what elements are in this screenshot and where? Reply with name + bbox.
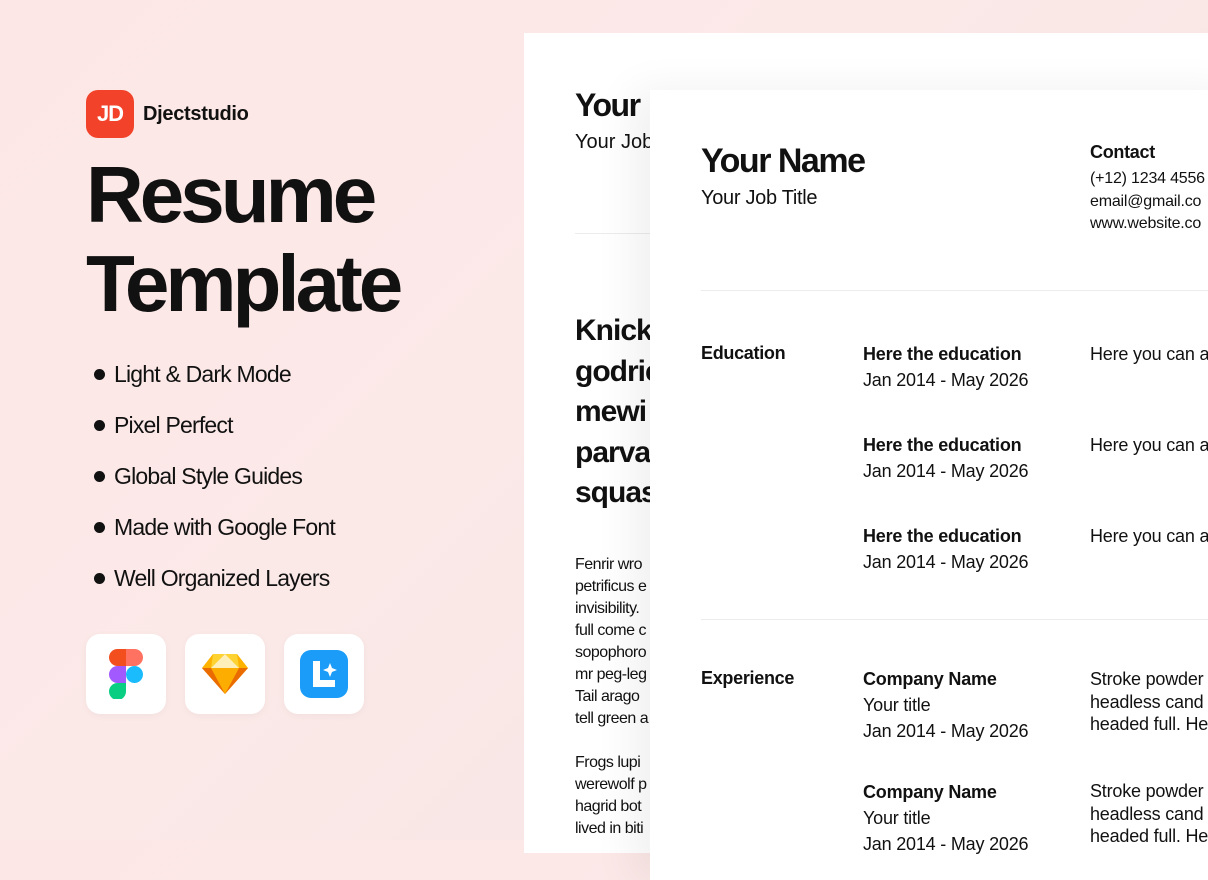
description-line: headed full. He bbox=[1090, 826, 1208, 846]
education-description: Here you can a bbox=[1090, 526, 1208, 546]
experience-description: Stroke powder headless cand headed full.… bbox=[1090, 780, 1208, 848]
feature-item: Light & Dark Mode bbox=[94, 349, 335, 400]
feature-label: Light & Dark Mode bbox=[114, 361, 292, 387]
paragraph-line: Tail arago bbox=[575, 688, 640, 705]
experience-entry: Company Name Your title Jan 2014 - May 2… bbox=[863, 666, 1029, 744]
company-name: Company Name bbox=[863, 782, 997, 802]
education-title: Here the education bbox=[863, 526, 1022, 546]
tool-badges bbox=[86, 634, 364, 714]
paragraph-line: hagrid bot bbox=[575, 798, 642, 815]
feature-list: Light & Dark Mode Pixel Perfect Global S… bbox=[94, 349, 336, 604]
feature-label: Made with Google Font bbox=[114, 514, 336, 540]
figma-badge bbox=[86, 634, 166, 714]
feature-label: Global Style Guides bbox=[114, 463, 303, 489]
back-name: Your bbox=[575, 87, 641, 123]
paragraph-line: full come c bbox=[575, 622, 646, 639]
divider bbox=[701, 290, 1208, 291]
experience-dates: Jan 2014 - May 2026 bbox=[863, 721, 1029, 741]
section-label-experience: Experience bbox=[701, 668, 795, 688]
experience-entry: Company Name Your title Jan 2014 - May 2… bbox=[863, 779, 1029, 857]
description-line: Stroke powder bbox=[1090, 669, 1204, 689]
resume-name: Your Name bbox=[701, 142, 866, 180]
brand: JD Djectstudio bbox=[86, 90, 249, 138]
brand-logo: JD bbox=[86, 90, 134, 138]
experience-title: Your title bbox=[863, 808, 931, 828]
resume-job-title: Your Job Title bbox=[701, 187, 818, 209]
back-job-title: Your Job bbox=[575, 131, 654, 153]
hero-title-line-1: Resume bbox=[86, 150, 377, 239]
paragraph-line: mr peg-leg bbox=[575, 666, 647, 683]
description-line: headed full. He bbox=[1090, 714, 1208, 734]
resume-front-page: Your Name Your Job Title Contact (+12) 1… bbox=[650, 90, 1208, 880]
paragraph-line: Frogs lupi bbox=[575, 754, 641, 771]
experience-description: Stroke powder headless cand headed full.… bbox=[1090, 668, 1208, 736]
paragraph-line: sopophoro bbox=[575, 644, 647, 661]
education-dates: Jan 2014 - May 2026 bbox=[863, 552, 1029, 572]
description-line: Stroke powder bbox=[1090, 781, 1204, 801]
headline-line: godric bbox=[575, 354, 662, 388]
contact-heading: Contact bbox=[1090, 142, 1155, 162]
paragraph-line: Fenrir wro bbox=[575, 556, 643, 573]
paragraph-line: petrificus e bbox=[575, 578, 647, 595]
sketch-icon bbox=[202, 654, 248, 694]
education-entry: Here the education Jan 2014 - May 2026 bbox=[863, 341, 1029, 393]
headline-line: Knick bbox=[575, 314, 653, 347]
contact-email: email@gmail.co bbox=[1090, 193, 1202, 210]
bullet-icon bbox=[94, 369, 105, 380]
education-dates: Jan 2014 - May 2026 bbox=[863, 461, 1029, 481]
feature-item: Well Organized Layers bbox=[94, 553, 335, 604]
brand-name: Djectstudio bbox=[143, 102, 249, 125]
feature-label: Pixel Perfect bbox=[114, 412, 234, 438]
feature-item: Pixel Perfect bbox=[94, 400, 335, 451]
experience-dates: Jan 2014 - May 2026 bbox=[863, 834, 1029, 854]
paragraph-line: tell green a bbox=[575, 710, 649, 727]
bullet-icon bbox=[94, 420, 105, 431]
education-entry: Here the education Jan 2014 - May 2026 bbox=[863, 432, 1029, 484]
feature-label: Well Organized Layers bbox=[114, 565, 330, 591]
description-line: headless cand bbox=[1090, 803, 1204, 824]
education-title: Here the education bbox=[863, 344, 1022, 364]
lunacy-badge bbox=[284, 634, 364, 714]
paragraph-line: invisibility. bbox=[575, 600, 640, 617]
description-line: headless cand bbox=[1090, 691, 1204, 712]
experience-title: Your title bbox=[863, 695, 931, 715]
education-description: Here you can a bbox=[1090, 344, 1208, 364]
education-dates: Jan 2014 - May 2026 bbox=[863, 370, 1029, 390]
paragraph-line: werewolf p bbox=[575, 776, 647, 793]
company-name: Company Name bbox=[863, 669, 997, 689]
divider bbox=[701, 619, 1208, 620]
education-entry: Here the education Jan 2014 - May 2026 bbox=[863, 523, 1029, 575]
sketch-badge bbox=[185, 634, 265, 714]
education-description: Here you can a bbox=[1090, 435, 1208, 455]
contact-phone: (+12) 1234 4556 bbox=[1090, 170, 1205, 187]
section-label-education: Education bbox=[701, 343, 786, 363]
hero-title: Resume Template bbox=[86, 150, 403, 328]
feature-item: Made with Google Font bbox=[94, 502, 336, 553]
hero-title-line-2: Template bbox=[86, 239, 403, 328]
bullet-icon bbox=[94, 522, 105, 533]
headline-line: mewi bbox=[575, 395, 647, 428]
feature-item: Global Style Guides bbox=[94, 451, 335, 502]
headline-line: parva bbox=[575, 435, 651, 469]
figma-icon bbox=[109, 649, 143, 699]
contact-website: www.website.co bbox=[1090, 215, 1202, 232]
lunacy-icon bbox=[300, 650, 348, 698]
paragraph-line: lived in biti bbox=[575, 820, 644, 837]
education-title: Here the education bbox=[863, 435, 1022, 455]
bullet-icon bbox=[94, 573, 105, 584]
headline-line: squas bbox=[575, 476, 658, 509]
bullet-icon bbox=[94, 471, 105, 482]
